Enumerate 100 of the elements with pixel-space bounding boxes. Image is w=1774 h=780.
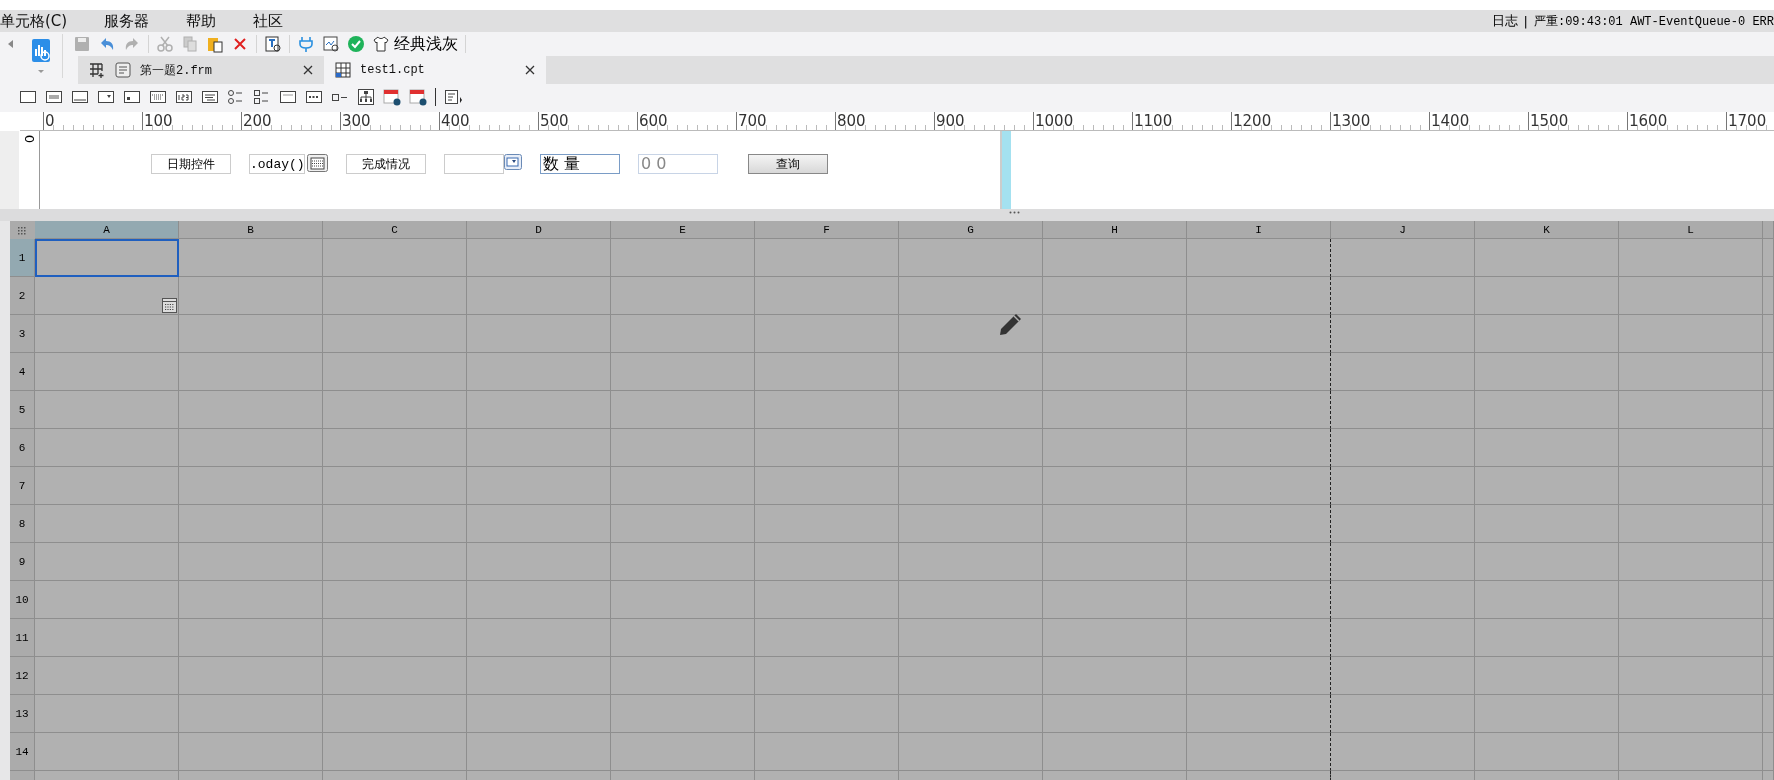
date-field[interactable]: .oday() [249,154,305,174]
table-cell[interactable] [1187,353,1331,391]
table-cell[interactable] [467,619,611,657]
lab-widget-icon[interactable] [45,88,63,106]
close-icon[interactable] [524,64,536,76]
paste-icon[interactable] [206,35,224,53]
calendar-widget-icon[interactable] [149,88,167,106]
text-field-widget-icon[interactable] [71,88,89,106]
table-cell[interactable] [1475,391,1619,429]
row-header[interactable]: 3 [10,315,35,353]
table-cell[interactable] [1331,277,1475,315]
query-button[interactable]: 查询 [748,154,828,174]
table-cell[interactable] [611,239,755,277]
table-cell[interactable] [755,353,899,391]
table-cell[interactable] [467,353,611,391]
table-cell[interactable] [1043,543,1187,581]
copy-icon[interactable] [181,35,199,53]
table-cell[interactable] [179,239,323,277]
table-cell[interactable] [467,543,611,581]
table-cell[interactable] [899,581,1043,619]
table-cell[interactable] [1331,505,1475,543]
table-cell[interactable] [1619,353,1763,391]
table-cell[interactable] [1187,619,1331,657]
collapse-arrow-icon[interactable] [6,38,14,50]
table-cell[interactable] [1619,467,1763,505]
row-header[interactable]: 7 [10,467,35,505]
table-cell[interactable] [35,695,179,733]
label-widget-icon[interactable] [19,88,37,106]
table-cell[interactable] [1331,467,1475,505]
table-cell[interactable] [1619,543,1763,581]
column-header[interactable]: A [35,221,179,239]
row-header[interactable]: 5 [10,391,35,429]
table-cell[interactable] [1763,695,1774,733]
table-cell[interactable] [35,505,179,543]
save-icon[interactable] [73,35,91,53]
form-edit-icon[interactable] [444,88,464,106]
column-header[interactable]: I [1187,221,1331,239]
table-cell[interactable] [1475,467,1619,505]
table-cell[interactable] [1763,467,1774,505]
table-cell[interactable] [1619,277,1763,315]
table-cell[interactable] [755,581,899,619]
table-cell[interactable] [755,733,899,771]
row-header[interactable]: 6 [10,429,35,467]
report-designer-logo-icon[interactable] [30,38,52,64]
table-cell[interactable] [1475,277,1619,315]
table-cell[interactable] [611,505,755,543]
table-cell[interactable] [1043,277,1187,315]
table-cell[interactable] [323,695,467,733]
table-cell[interactable] [1187,315,1331,353]
table-cell[interactable] [1763,543,1774,581]
column-header[interactable]: H [1043,221,1187,239]
table-cell[interactable] [1331,581,1475,619]
table-cell[interactable] [1475,429,1619,467]
tree-widget-icon[interactable] [357,88,375,106]
column-header[interactable] [1763,221,1774,239]
table-cell[interactable] [1187,391,1331,429]
log-label[interactable]: 日志 [1491,12,1518,30]
table-cell[interactable] [755,239,899,277]
table-cell[interactable] [755,429,899,467]
table-cell[interactable] [1475,543,1619,581]
grid-add-icon[interactable] [88,61,106,79]
date-widget-icon[interactable] [123,88,141,106]
table-cell[interactable] [179,695,323,733]
table-cell[interactable] [1331,391,1475,429]
dropdown-icon[interactable] [504,154,522,170]
row-header[interactable]: 10 [10,581,35,619]
table-cell[interactable] [611,543,755,581]
file-tab[interactable]: test1.cpt [324,56,546,84]
menu-item[interactable]: 社区 [253,11,284,31]
table-cell[interactable] [323,467,467,505]
table-cell[interactable] [1043,315,1187,353]
table-cell[interactable] [35,467,179,505]
table-cell[interactable] [35,619,179,657]
table-cell[interactable] [1763,581,1774,619]
table-cell[interactable] [1043,581,1187,619]
table-cell[interactable] [179,733,323,771]
table-cell[interactable] [323,657,467,695]
table-cell[interactable] [899,619,1043,657]
table-cell[interactable] [1763,619,1774,657]
table-cell[interactable] [1331,353,1475,391]
table-cell[interactable] [1043,657,1187,695]
close-icon[interactable] [302,64,314,76]
menu-item[interactable]: 服务器 [104,11,150,31]
table-cell[interactable] [35,581,179,619]
table-cell[interactable] [1187,581,1331,619]
table-cell[interactable] [1043,467,1187,505]
table-cell[interactable] [899,429,1043,467]
table-cell[interactable] [1619,581,1763,619]
table-cell[interactable] [1187,505,1331,543]
column-header[interactable]: B [179,221,323,239]
table-cell[interactable] [323,619,467,657]
column-header[interactable]: D [467,221,611,239]
table-cell[interactable] [899,505,1043,543]
table-cell[interactable] [1331,315,1475,353]
table-cell[interactable] [1043,429,1187,467]
table-cell[interactable] [35,391,179,429]
table-cell[interactable] [611,619,755,657]
table-cell[interactable] [467,391,611,429]
table-cell[interactable] [899,353,1043,391]
table-cell[interactable] [179,353,323,391]
